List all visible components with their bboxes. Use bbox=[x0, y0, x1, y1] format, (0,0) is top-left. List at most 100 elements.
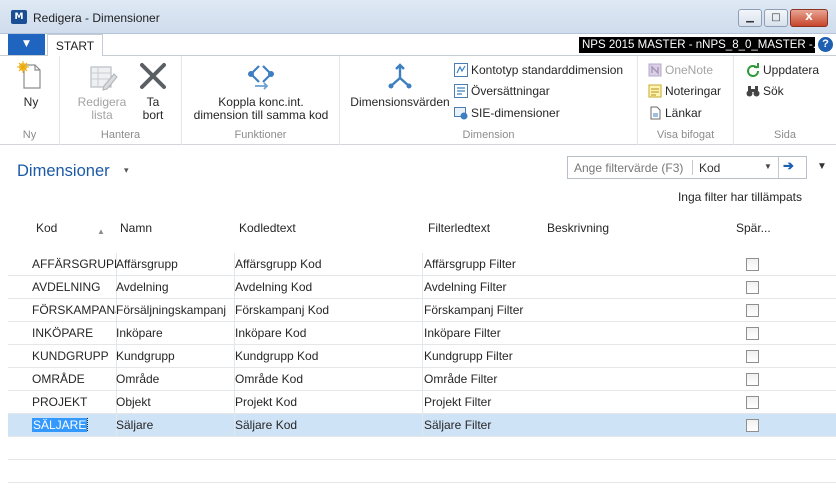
arrow-right-icon[interactable]: ➔ bbox=[783, 158, 794, 174]
sparr-checkbox[interactable] bbox=[746, 327, 759, 340]
cell-kod-selected-text[interactable]: SÄLJARE bbox=[32, 418, 89, 432]
help-button[interactable]: ? bbox=[818, 37, 833, 52]
filter-divider-2 bbox=[778, 157, 779, 178]
refresh-label: Uppdatera bbox=[763, 63, 820, 77]
filter-status-text: Inga filter har tillämpats bbox=[677, 190, 802, 204]
filter-field-select[interactable]: Kod bbox=[699, 161, 720, 175]
sparr-checkbox[interactable] bbox=[746, 281, 759, 294]
dimension-values-icon bbox=[388, 63, 412, 89]
edit-list-button[interactable]: Redigera lista bbox=[74, 60, 130, 122]
group-label-ny: Ny bbox=[22, 129, 37, 141]
close-button[interactable]: X bbox=[790, 9, 828, 27]
ribbon-group-funktioner: Koppla konc.int. dimension till samma ko… bbox=[182, 56, 340, 145]
notes-label: Noteringar bbox=[665, 84, 722, 98]
ribbon: Ny Ny Redigera lista Ta bort Hantera Kop… bbox=[0, 55, 836, 145]
cell-kodledtext: Säljare Kod bbox=[235, 418, 298, 432]
group-label-funktioner: Funktioner bbox=[234, 129, 287, 141]
cell-kod: KUNDGRUPP bbox=[32, 349, 109, 363]
link-dimension-label-1: Koppla konc.int. bbox=[218, 95, 304, 109]
table-row[interactable]: INKÖPARE Inköpare Inköpare Kod Inköpare … bbox=[8, 322, 836, 345]
sie-dimensions-button[interactable]: SIE-dimensioner bbox=[454, 105, 560, 122]
dimension-values-button[interactable]: Dimensionsvärden bbox=[348, 60, 452, 109]
cell-kodledtext: Område Kod bbox=[235, 372, 304, 386]
table-row[interactable]: PROJEKT Objekt Projekt Kod Projekt Filte… bbox=[8, 391, 836, 414]
column-header-kodledtext[interactable]: Kodledtext bbox=[239, 221, 296, 235]
cell-namn: Försäljningskampanj bbox=[116, 303, 227, 317]
cell-kodledtext: Avdelning Kod bbox=[235, 280, 313, 294]
sparr-checkbox[interactable] bbox=[746, 396, 759, 409]
kontotyp-icon bbox=[454, 63, 468, 77]
sie-dimensions-icon bbox=[454, 107, 468, 120]
binoculars-icon bbox=[746, 86, 760, 97]
cell-filterledtext: Projekt Filter bbox=[424, 395, 492, 409]
column-header-kod[interactable]: Kod bbox=[36, 221, 57, 235]
link-dimension-button[interactable]: Koppla konc.int. dimension till samma ko… bbox=[190, 60, 332, 122]
ribbon-group-sida: Uppdatera Sök Sida bbox=[734, 56, 836, 145]
column-header-namn[interactable]: Namn bbox=[120, 221, 152, 235]
column-header-filterledtext[interactable]: Filterledtext bbox=[428, 221, 490, 235]
cell-namn: Område bbox=[116, 372, 160, 386]
cell-namn: Objekt bbox=[116, 395, 151, 409]
cell-kod: INKÖPARE bbox=[32, 326, 94, 340]
cell-filterledtext: Förskampanj Filter bbox=[424, 303, 524, 317]
group-label-dimension: Dimension bbox=[462, 129, 515, 141]
translations-label: Översättningar bbox=[471, 84, 550, 98]
ribbon-group-ny: Ny Ny bbox=[0, 56, 60, 145]
link-dimension-icon bbox=[248, 65, 274, 90]
collapse-chevron-icon[interactable]: ▼ bbox=[817, 161, 827, 172]
onenote-button[interactable]: OneNote bbox=[648, 62, 713, 79]
sparr-checkbox[interactable] bbox=[746, 419, 759, 432]
page-title[interactable]: Dimensioner bbox=[17, 162, 110, 181]
title-bar: M Redigera - Dimensioner ▁ □ X bbox=[0, 0, 836, 34]
empty-table-row bbox=[8, 460, 836, 483]
cell-kodledtext: Inköpare Kod bbox=[235, 326, 307, 340]
filter-input[interactable]: Ange filtervärde (F3) bbox=[574, 161, 683, 175]
table-row[interactable]: AFFÄRSGRUPP Affärsgrupp Affärsgrupp Kod … bbox=[8, 253, 836, 276]
cell-kod[interactable]: SÄLJARE bbox=[32, 418, 116, 432]
translations-button[interactable]: Översättningar bbox=[454, 83, 550, 100]
cell-namn: Affärsgrupp bbox=[116, 257, 178, 271]
translations-icon bbox=[454, 84, 468, 98]
table-row[interactable]: FÖRSKAMPANJ Försäljningskampanj Förskamp… bbox=[8, 299, 836, 322]
chevron-down-icon[interactable]: ▼ bbox=[764, 162, 772, 171]
page-title-caret-icon[interactable]: ▾ bbox=[124, 165, 129, 176]
search-button[interactable]: Sök bbox=[746, 83, 784, 100]
table-row[interactable]: AVDELNING Avdelning Avdelning Kod Avdeln… bbox=[8, 276, 836, 299]
new-button[interactable]: Ny bbox=[12, 60, 50, 109]
onenote-icon bbox=[648, 63, 662, 77]
company-name-badge: NPS 2015 MASTER - nNPS_8_0_MASTER -... bbox=[579, 37, 815, 53]
table-row[interactable]: OMRÅDE Område Område Kod Område Filter bbox=[8, 368, 836, 391]
notes-icon bbox=[648, 84, 662, 98]
new-document-icon bbox=[17, 61, 41, 89]
cell-kodledtext: Projekt Kod bbox=[235, 395, 298, 409]
sort-ascending-icon: ▲ bbox=[97, 227, 105, 236]
window-title: Redigera - Dimensioner bbox=[33, 11, 160, 25]
cell-kodledtext: Affärsgrupp Kod bbox=[235, 257, 322, 271]
minimize-button[interactable]: ▁ bbox=[738, 9, 762, 27]
maximize-button[interactable]: □ bbox=[764, 9, 788, 27]
column-header-sparr[interactable]: Spär... bbox=[736, 221, 771, 235]
sparr-checkbox[interactable] bbox=[746, 304, 759, 317]
delete-button[interactable]: Ta bort bbox=[134, 60, 172, 122]
app-menu-button[interactable]: ▼ bbox=[8, 34, 45, 55]
links-button[interactable]: Länkar bbox=[648, 105, 702, 122]
cell-kod: AVDELNING bbox=[32, 280, 101, 294]
sparr-checkbox[interactable] bbox=[746, 373, 759, 386]
group-label-visa-bifogat: Visa bifogat bbox=[656, 129, 715, 141]
table-row-selected[interactable]: SÄLJARE Säljare Säljare Kod Säljare Filt… bbox=[8, 414, 836, 437]
links-icon bbox=[650, 106, 661, 120]
refresh-icon bbox=[747, 63, 759, 77]
sparr-checkbox[interactable] bbox=[746, 350, 759, 363]
kontotyp-button[interactable]: Kontotyp standarddimension bbox=[454, 62, 623, 79]
app-logo-icon: M bbox=[11, 10, 27, 24]
notes-button[interactable]: Noteringar bbox=[648, 83, 721, 100]
sparr-checkbox[interactable] bbox=[746, 258, 759, 271]
tab-start[interactable]: START bbox=[47, 34, 103, 56]
cell-namn: Kundgrupp bbox=[116, 349, 175, 363]
refresh-button[interactable]: Uppdatera bbox=[746, 62, 819, 79]
column-header-beskrivning[interactable]: Beskrivning bbox=[547, 221, 609, 235]
cell-filterledtext: Område Filter bbox=[424, 372, 498, 386]
cell-filterledtext: Kundgrupp Filter bbox=[424, 349, 513, 363]
edit-list-label-2: lista bbox=[91, 108, 113, 122]
table-row[interactable]: KUNDGRUPP Kundgrupp Kundgrupp Kod Kundgr… bbox=[8, 345, 836, 368]
